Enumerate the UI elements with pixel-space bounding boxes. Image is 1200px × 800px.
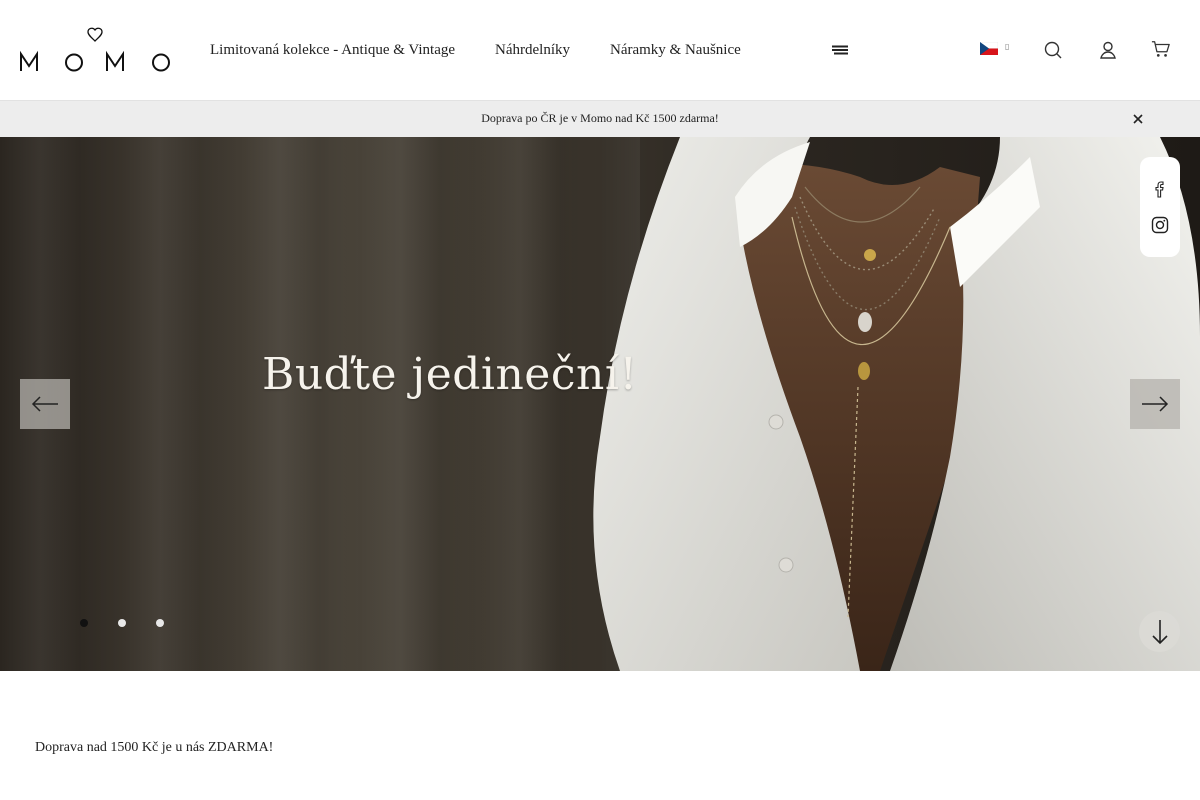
hero-slider: Buďte jedineční! <box>0 137 1200 671</box>
site-header: Limitovaná kolekce - Antique & Vintage N… <box>0 0 1200 100</box>
language-dropdown-icon[interactable]: ▯ <box>1005 42 1009 51</box>
slider-next-button[interactable] <box>1130 379 1180 429</box>
search-icon[interactable] <box>1043 40 1063 60</box>
arrow-left-icon <box>31 396 58 412</box>
main-nav: Limitovaná kolekce - Antique & Vintage N… <box>210 40 781 60</box>
menu-icon[interactable] <box>831 44 849 56</box>
slider-dot-1[interactable] <box>80 619 88 627</box>
facebook-icon[interactable] <box>1151 180 1169 198</box>
slider-prev-button[interactable] <box>20 379 70 429</box>
cart-icon[interactable] <box>1151 39 1171 59</box>
hero-background <box>0 137 640 671</box>
nav-item-bracelets-earrings[interactable]: Náramky & Naušnice <box>610 40 741 60</box>
hero-title: Buďte jedineční! <box>262 349 638 400</box>
momo-logo[interactable] <box>20 26 172 74</box>
nav-item-limited-collection[interactable]: Limitovaná kolekce - Antique & Vintage <box>210 40 455 60</box>
user-icon[interactable] <box>1098 40 1118 60</box>
scroll-down-button[interactable] <box>1139 611 1180 652</box>
slider-dot-2[interactable] <box>118 619 126 627</box>
announcement-text: Doprava po ČR je v Momo nad Kč 1500 zdar… <box>481 111 719 125</box>
czech-flag-icon[interactable] <box>980 42 998 55</box>
arrow-down-icon <box>1151 619 1168 644</box>
nav-item-necklaces[interactable]: Náhrdelníky <box>495 40 570 60</box>
close-icon[interactable] <box>1131 112 1145 126</box>
slider-dot-3[interactable] <box>156 619 164 627</box>
hero-image <box>593 137 1200 671</box>
arrow-right-icon <box>1142 396 1169 412</box>
shipping-note: Doprava nad 1500 Kč je u nás ZDARMA! <box>35 740 274 755</box>
announcement-bar: Doprava po ČR je v Momo nad Kč 1500 zdar… <box>0 100 1200 137</box>
social-links <box>1140 157 1180 257</box>
instagram-icon[interactable] <box>1151 216 1169 234</box>
slider-dots <box>80 619 194 627</box>
